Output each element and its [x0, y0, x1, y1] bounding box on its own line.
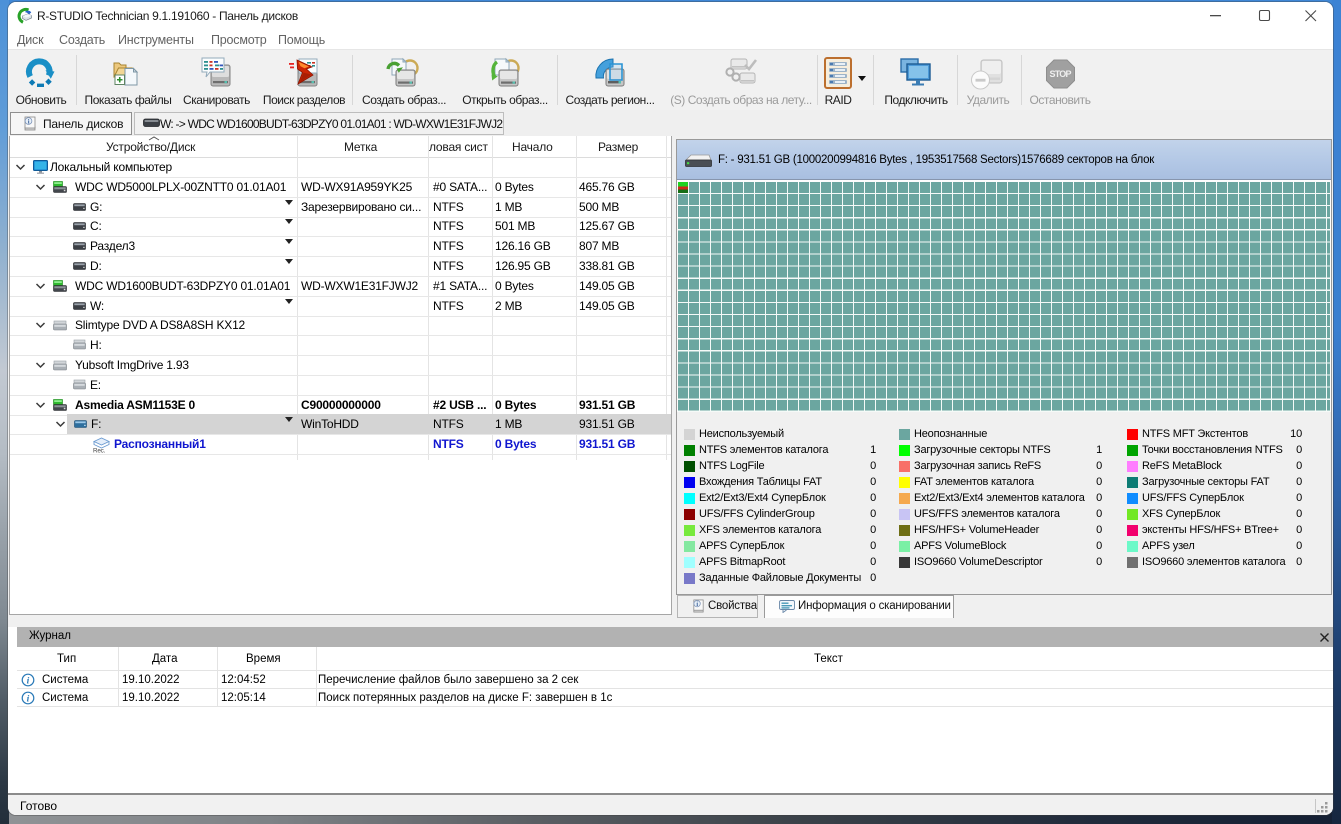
- svg-text:i: i: [27, 676, 30, 686]
- svg-text:i: i: [27, 694, 30, 704]
- svg-text:Rec.: Rec.: [93, 448, 106, 454]
- svg-text:STOP: STOP: [1050, 69, 1072, 79]
